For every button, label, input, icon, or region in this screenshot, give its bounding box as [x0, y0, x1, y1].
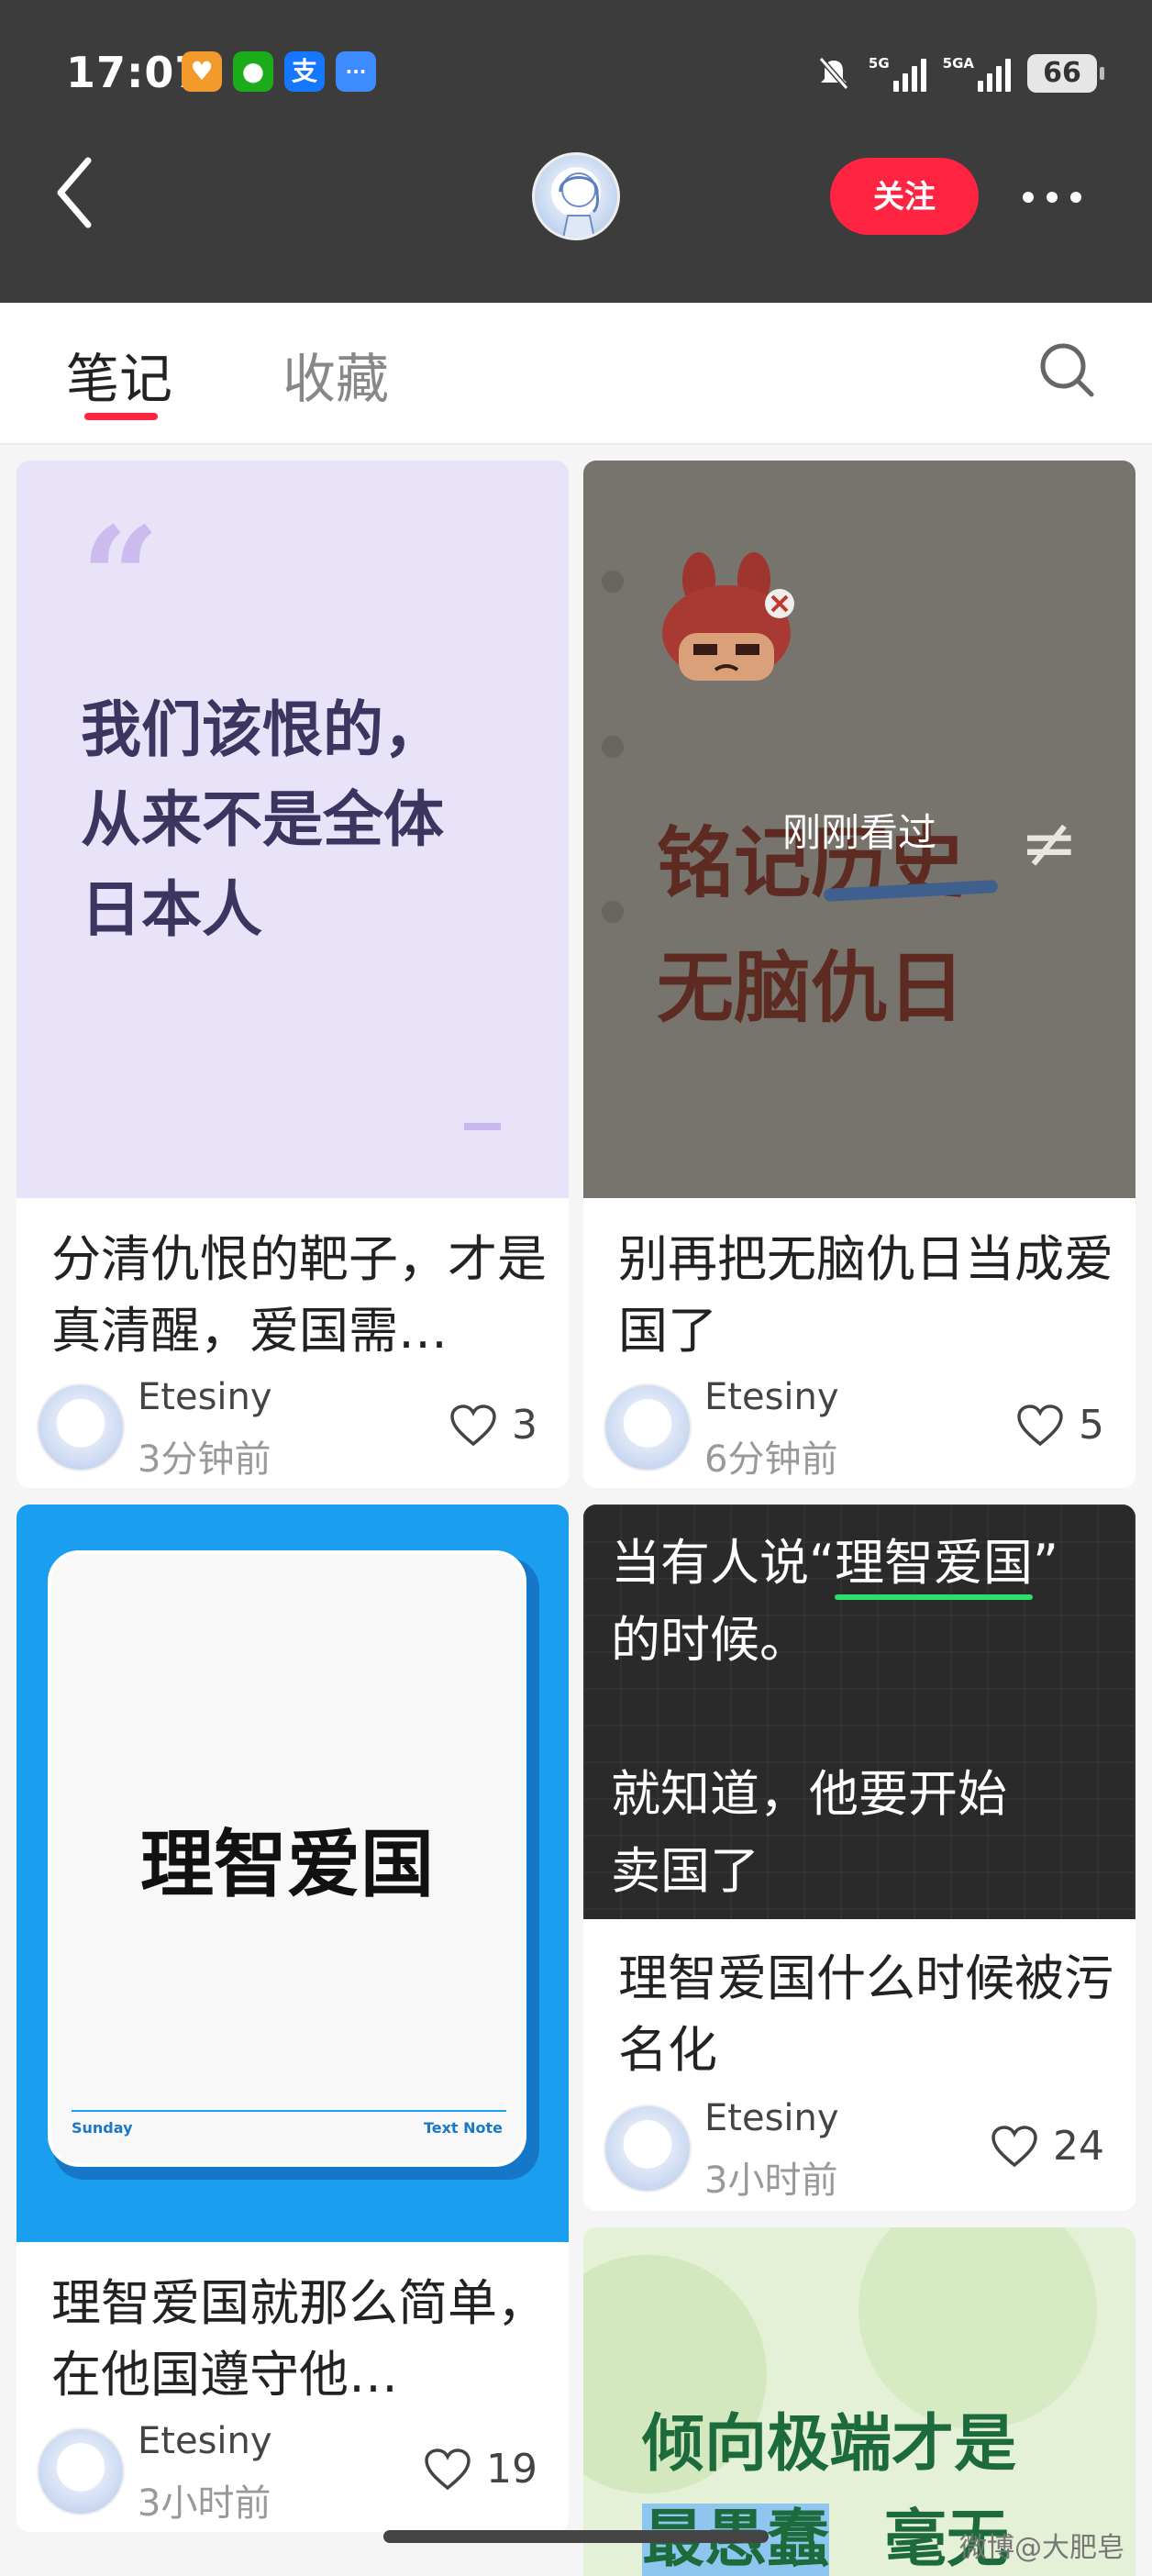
signal-5g: 5G [869, 55, 926, 92]
angry-bunny-icon [662, 552, 794, 681]
heart-app-icon: ♥ [182, 51, 222, 92]
quote-mark-icon: “ [81, 497, 161, 659]
signal-bars-icon [892, 55, 926, 92]
like-button[interactable]: 19 [424, 2446, 537, 2493]
post-time: 3小时前 [138, 2482, 271, 2525]
note-cover[interactable]: 理智爱国 Sunday Text Note [17, 1505, 569, 2242]
author-name[interactable]: Etesiny [138, 1376, 272, 1418]
alipay-icon: 支 [284, 51, 325, 92]
note-cover[interactable]: 当有人说“理智爱国” 的时候。 就知道，他要开始 卖国了 [583, 1505, 1135, 1919]
note-cover[interactable]: 铭记历史 ≠ 无脑仇日 刚刚看过 [583, 461, 1135, 1198]
note-title[interactable]: 理智爱国就那么简单，在他国遵守他… [51, 2268, 547, 2411]
profile-avatar[interactable] [532, 152, 620, 240]
highlight-phrase: 理智爱国 [834, 1525, 1033, 1602]
network-label-1: 5G [868, 55, 890, 72]
active-tab-indicator [84, 413, 158, 420]
like-count: 5 [1079, 1402, 1104, 1449]
back-arrow-icon[interactable] [48, 151, 103, 234]
like-count: 3 [512, 1402, 537, 1449]
note-card[interactable]: 当有人说“理智爱国” 的时候。 就知道，他要开始 卖国了 理智爱国什么时候被污名… [583, 1505, 1135, 2211]
cover-line: 就知道，他要开始 [611, 1765, 1007, 1823]
post-time: 3分钟前 [138, 1438, 271, 1481]
cover-line: 当有人说“理智爱国” [611, 1525, 1058, 1602]
wechat-icon: ● [233, 51, 273, 92]
heart-icon [991, 2125, 1037, 2167]
note-title[interactable]: 理智爱国什么时候被污名化 [618, 1943, 1113, 2086]
recently-viewed-overlay: 刚刚看过 [781, 810, 936, 855]
green-underline [834, 1594, 1033, 1600]
cover-line: 我们该恨的， [81, 694, 444, 765]
message-icon: ··· [336, 51, 376, 92]
cover-text: 当有人说“理智爱国” 的时候。 就知道，他要开始 卖国了 [611, 1525, 1058, 1910]
tab-favorites[interactable]: 收藏 [282, 336, 389, 413]
cover-line: 日本人 [81, 874, 262, 945]
network-label-2: 5GA [942, 55, 974, 72]
cover-fragment: 当有人说“ [611, 1534, 835, 1592]
note-card[interactable]: 倾向极端才是 最愚蠢毫无 [583, 2227, 1135, 2576]
like-count: 19 [486, 2446, 537, 2493]
decorative-dash [464, 1123, 501, 1130]
heart-icon [425, 2448, 471, 2490]
tab-notes[interactable]: 笔记 [66, 336, 172, 413]
cover-text: 我们该恨的， 从来不是全体 日本人 [81, 685, 444, 955]
note-title[interactable]: 分清仇恨的靶子，才是真清醒，爱国需… [51, 1224, 547, 1367]
cover-line: 无脑仇日 [657, 943, 966, 1033]
note-title[interactable]: 别再把无脑仇日当成爱国了 [618, 1224, 1113, 1367]
watermark: 微博@大肥皂 [959, 2532, 1124, 2564]
cover-fragment: ” [1032, 1534, 1058, 1592]
status-bar: 17:07 ♥ ● 支 ··· 5G 5GA 66 [0, 0, 1152, 147]
like-button[interactable]: 3 [449, 1402, 537, 1449]
author-avatar[interactable] [37, 2427, 125, 2515]
follow-button[interactable]: 关注 [830, 158, 979, 235]
cover-text: 理智爱国 [140, 1822, 434, 1907]
note-card[interactable]: 理智爱国 Sunday Text Note 理智爱国就那么简单，在他国遵守他… … [17, 1505, 569, 2532]
cover-line: 卖国了 [611, 1842, 759, 1900]
post-time: 3小时前 [704, 2160, 838, 2202]
tab-bar: 笔记 收藏 [0, 303, 1152, 445]
signal-bars-icon [978, 55, 1011, 92]
cover-line: 从来不是全体 [81, 784, 444, 855]
author-name[interactable]: Etesiny [704, 2097, 839, 2139]
cover-line: 倾向极端才是 [642, 2408, 1017, 2481]
note-card[interactable]: 铭记历史 ≠ 无脑仇日 刚刚看过 别再把无脑仇日当成爱国了 Etesiny 6分… [583, 461, 1135, 1488]
post-time: 6分钟前 [704, 1438, 838, 1481]
note-cover[interactable]: 倾向极端才是 最愚蠢毫无 [583, 2227, 1135, 2576]
paper-line [72, 2110, 506, 2112]
note-paper: 理智爱国 Sunday Text Note [48, 1550, 526, 2167]
cover-line: 的时候。 [611, 1611, 809, 1669]
note-cover[interactable]: “ 我们该恨的， 从来不是全体 日本人 [17, 461, 569, 1198]
like-count: 24 [1053, 2123, 1104, 2170]
profile-header-bar: 关注 [0, 147, 1152, 303]
battery-icon: 66 [1027, 54, 1104, 93]
avatar-illustration-icon [559, 172, 599, 238]
signal-5ga: 5GA [943, 55, 1011, 92]
paper-footer-left: Sunday [72, 2119, 133, 2137]
author-name[interactable]: Etesiny [704, 1376, 839, 1418]
author-avatar[interactable] [37, 1383, 125, 1471]
mute-icon [818, 57, 849, 90]
heart-icon [1017, 1404, 1063, 1446]
home-indicator[interactable] [383, 2530, 769, 2543]
author-avatar[interactable] [604, 1383, 692, 1471]
like-button[interactable]: 5 [1016, 1402, 1104, 1449]
heart-icon [450, 1404, 496, 1446]
more-options-icon[interactable] [1023, 183, 1096, 211]
like-button[interactable]: 24 [991, 2123, 1104, 2170]
search-icon[interactable] [1038, 341, 1095, 398]
author-avatar[interactable] [604, 2104, 692, 2193]
binder-holes [602, 571, 624, 923]
system-icons: 5G 5GA 66 [815, 46, 1104, 101]
author-name[interactable]: Etesiny [138, 2420, 272, 2462]
note-card[interactable]: “ 我们该恨的， 从来不是全体 日本人 分清仇恨的靶子，才是真清醒，爱国需… E… [17, 461, 569, 1488]
paper-footer-right: Text Note [423, 2119, 503, 2137]
cover-fragment: 理智爱国 [834, 1534, 1033, 1592]
